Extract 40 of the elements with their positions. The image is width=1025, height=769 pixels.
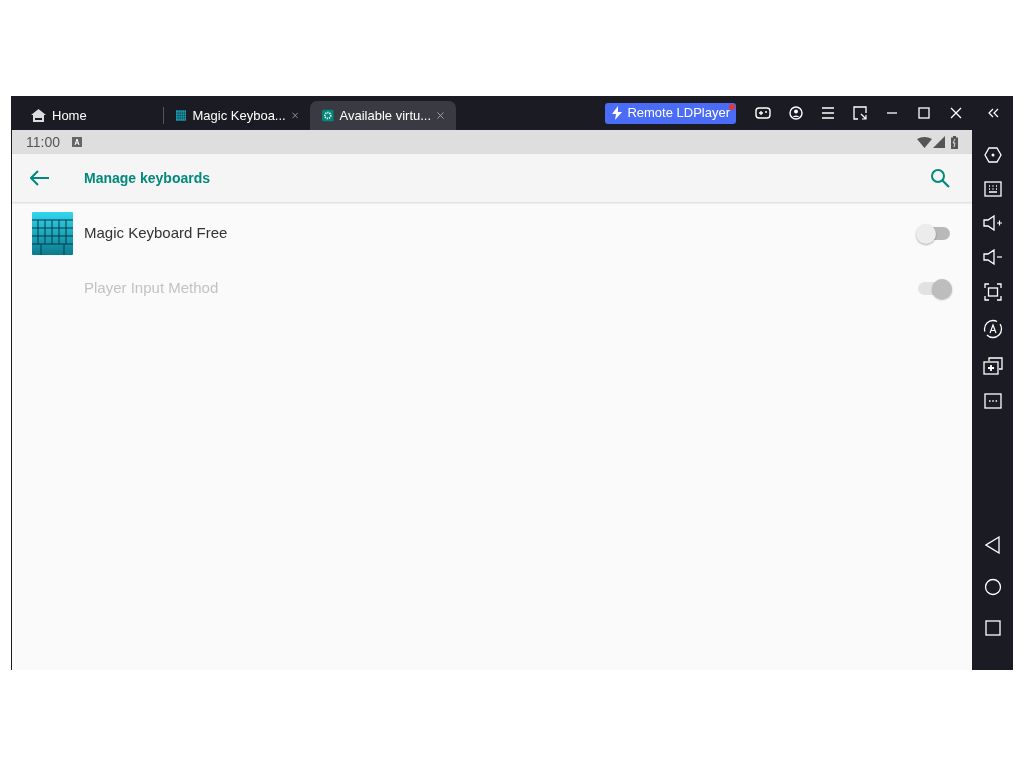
back-arrow-icon[interactable] [30, 170, 50, 186]
keyboard-name: Player Input Method [84, 278, 220, 299]
page-title: Manage keyboards [84, 168, 211, 188]
maximize-icon[interactable] [918, 107, 930, 119]
keyboard-name: Magic Keyboard Free [84, 223, 229, 244]
keyboard-icon[interactable] [983, 181, 1002, 197]
collapse-icon[interactable] [986, 108, 999, 118]
battery-icon [951, 135, 958, 149]
house-icon [31, 109, 46, 122]
notification-icon [72, 137, 82, 147]
close-icon[interactable] [950, 107, 962, 119]
gear-icon [322, 108, 334, 123]
keyboard-app-icon [32, 212, 73, 255]
home-icon[interactable] [983, 578, 1002, 596]
close-tab-icon[interactable] [437, 111, 444, 120]
recents-icon[interactable] [984, 620, 1001, 636]
signal-icon [933, 136, 945, 148]
close-tab-icon[interactable] [291, 111, 298, 120]
rotate-a-icon[interactable] [982, 319, 1003, 339]
tab[interactable]: Available virtu... [310, 101, 456, 130]
remote-button[interactable]: Remote LDPlayer [605, 102, 736, 124]
search-icon[interactable] [930, 168, 950, 188]
more-icon[interactable] [983, 393, 1002, 409]
volume-up-icon[interactable] [982, 215, 1003, 231]
tab[interactable]: Magic Keyboa... [164, 101, 310, 130]
back-icon[interactable] [984, 536, 1001, 554]
fullscreen-icon[interactable] [983, 283, 1002, 301]
hexagon-settings-icon[interactable] [983, 147, 1002, 163]
gamepad-icon[interactable] [755, 107, 771, 119]
status-time: 11:00 [26, 132, 60, 152]
volume-down-icon[interactable] [982, 249, 1003, 265]
keyboard-app-icon [176, 108, 187, 123]
wifi-icon [917, 136, 932, 148]
lightning-icon [611, 106, 624, 120]
toggle-switch[interactable] [916, 223, 952, 244]
resize-icon[interactable] [853, 106, 867, 120]
add-window-icon[interactable] [982, 357, 1003, 375]
tab[interactable]: Home [11, 101, 163, 130]
menu-icon[interactable] [821, 107, 835, 119]
account-icon[interactable] [789, 106, 803, 120]
